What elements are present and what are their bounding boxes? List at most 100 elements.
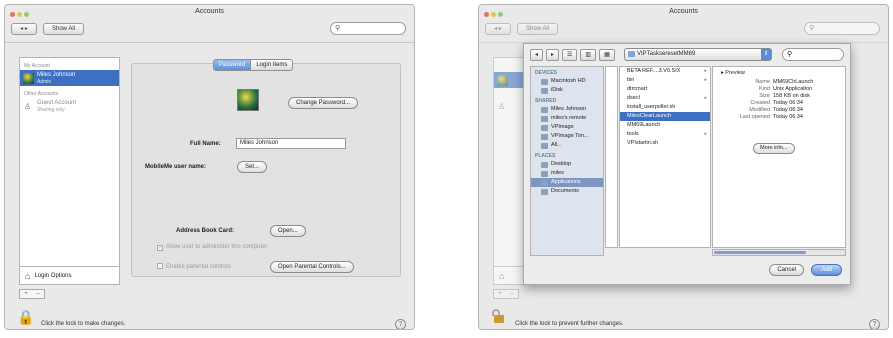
open-parental-controls-button[interactable]: Open Parental Controls... (270, 261, 354, 273)
minimize-icon[interactable] (491, 12, 496, 17)
back-forward-buttons[interactable]: ◂ ▸ (11, 23, 37, 35)
back-forward-buttons[interactable]: ◂ ▸ (485, 23, 511, 35)
forward-button[interactable]: ▸ (546, 49, 560, 61)
file-name: bin (627, 77, 635, 83)
preview-key: Modified (749, 107, 770, 113)
file-name: dtrcmart (627, 86, 648, 92)
file-name: BETA REF....3.V0.SIX (627, 68, 681, 74)
source-item[interactable]: Miles Johnson (531, 105, 603, 114)
source-item[interactable]: All... (531, 141, 603, 150)
source-item[interactable]: miles's remote (531, 114, 603, 123)
more-info-button[interactable]: More info... (753, 143, 795, 154)
source-label: miles (551, 170, 564, 176)
tab-bar: Password Login Items (213, 59, 294, 71)
preview-key: Last opened (739, 114, 770, 120)
avatar (23, 72, 34, 84)
file-row[interactable]: MM69Launch (620, 121, 710, 130)
change-password-button[interactable]: Change Password... (288, 97, 359, 109)
computer-icon (541, 115, 548, 122)
house-icon: ⌂ (499, 270, 505, 281)
window-title: Accounts (195, 8, 224, 15)
source-item[interactable]: VPImage Tim... (531, 132, 603, 141)
account-row-guest[interactable]: ♙ Guest Account Sharing only (20, 98, 119, 114)
preview-value: MM69ClrLaunch (773, 79, 814, 85)
add-remove-buttons[interactable]: + – (493, 289, 519, 299)
source-item[interactable]: VPImage (531, 123, 603, 132)
unlocked-lock-icon[interactable] (491, 309, 504, 324)
source-item[interactable]: miles (531, 169, 603, 178)
shared-header: SHARED (535, 98, 557, 104)
file-row[interactable]: VPIstartin.sh (620, 139, 710, 148)
horizontal-scrollbar[interactable] (712, 249, 846, 256)
source-label: Applications (551, 179, 581, 185)
show-all-button[interactable]: Show All (43, 23, 85, 35)
scroll-thumb[interactable] (714, 251, 806, 254)
search-field[interactable]: ⚲ (330, 22, 406, 35)
add-button[interactable]: + (498, 290, 502, 298)
computer-icon (541, 124, 548, 131)
account-role: Admin (37, 78, 52, 85)
back-button[interactable]: ◂ (530, 49, 544, 61)
choose-file-sheet: ◂ ▸ ☰ ▥ ▦ VIPTaskseresetMM69 ⇕ ⚲ DEVICES… (523, 43, 851, 285)
source-item-selected[interactable]: Applications (531, 178, 603, 187)
column-view-button[interactable]: ▥ (580, 49, 597, 61)
add-remove-buttons[interactable]: + – (19, 289, 45, 299)
source-item[interactable]: iDisk (531, 86, 603, 95)
house-icon: ⌂ (25, 270, 31, 281)
file-row[interactable]: dsecl ▸ (620, 94, 710, 103)
user-picture[interactable] (237, 89, 259, 111)
preview-key: Kind (758, 86, 770, 92)
chevron-right-icon: ▸ (704, 131, 707, 137)
help-button[interactable]: ? (869, 319, 880, 329)
file-row[interactable]: tools ▸ (620, 130, 710, 139)
allow-admin-checkbox[interactable]: ✓ Allow user to administer this computer (157, 243, 267, 251)
source-label: iDisk (551, 87, 563, 93)
login-options-label: Login Options (34, 272, 72, 279)
accounts-list: My Account Miles Johnson Admin Other Acc… (19, 57, 120, 267)
file-row[interactable]: MilesClearLaunch (620, 112, 710, 121)
add-account-button[interactable]: + (24, 290, 28, 298)
file-row[interactable]: bin ▸ (620, 76, 710, 85)
open-card-button[interactable]: Open... (270, 225, 306, 237)
file-row[interactable]: install_userpoller.sh (620, 103, 710, 112)
full-name-field[interactable]: Miles Johnson (236, 138, 346, 149)
add-button[interactable]: Add (811, 264, 842, 276)
address-book-label: Address Book Card: (176, 228, 235, 234)
search-field[interactable]: ⚲ (804, 22, 880, 35)
path-popup[interactable]: VIPTaskseresetMM69 ⇕ (624, 48, 772, 61)
tab-password[interactable]: Password (214, 60, 251, 70)
browser-column-1[interactable] (605, 66, 618, 248)
list-view-button[interactable]: ☰ (562, 49, 578, 61)
source-item[interactable]: Macintosh HD (531, 77, 603, 86)
account-row-miles[interactable]: Miles Johnson Admin (20, 70, 119, 86)
computer-icon (541, 133, 548, 140)
file-row[interactable]: dtrcmart (620, 85, 710, 94)
lock-icon[interactable]: 🔒 (17, 309, 34, 325)
remove-account-button[interactable]: – (36, 290, 39, 298)
source-item[interactable]: Documents (531, 187, 603, 196)
file-row[interactable]: BETA REF....3.V0.SIX ▸ (620, 67, 710, 76)
source-label: VPImage (551, 124, 574, 130)
search-icon: ⚲ (787, 51, 793, 58)
source-item[interactable]: Desktop (531, 160, 603, 169)
show-all-button[interactable]: Show All (517, 23, 559, 35)
tab-login-items[interactable]: Login Items (250, 60, 292, 70)
login-options-item[interactable]: ⌂ Login Options (19, 267, 120, 285)
help-button[interactable]: ? (395, 319, 406, 329)
zoom-icon[interactable] (24, 12, 29, 17)
icon-view-button[interactable]: ▦ (599, 49, 615, 61)
cancel-button[interactable]: Cancel (769, 264, 804, 276)
zoom-icon[interactable] (498, 12, 503, 17)
set-button[interactable]: Set... (237, 161, 268, 173)
computer-icon (541, 106, 548, 113)
preview-row: Kind Unix Application (713, 86, 845, 93)
person-icon: ♙ (24, 101, 32, 111)
sheet-search-field[interactable]: ⚲ (782, 48, 844, 61)
parental-controls-checkbox[interactable]: Enable parental controls (157, 263, 231, 271)
remove-button[interactable]: – (510, 290, 513, 298)
minimize-icon[interactable] (17, 12, 22, 17)
checkbox-box: ✓ (157, 245, 163, 251)
browser-column-2[interactable]: BETA REF....3.V0.SIX ▸ bin ▸ dtrcmart dsecl ▸ i… (619, 66, 711, 248)
close-icon[interactable] (484, 12, 489, 17)
close-icon[interactable] (10, 12, 15, 17)
